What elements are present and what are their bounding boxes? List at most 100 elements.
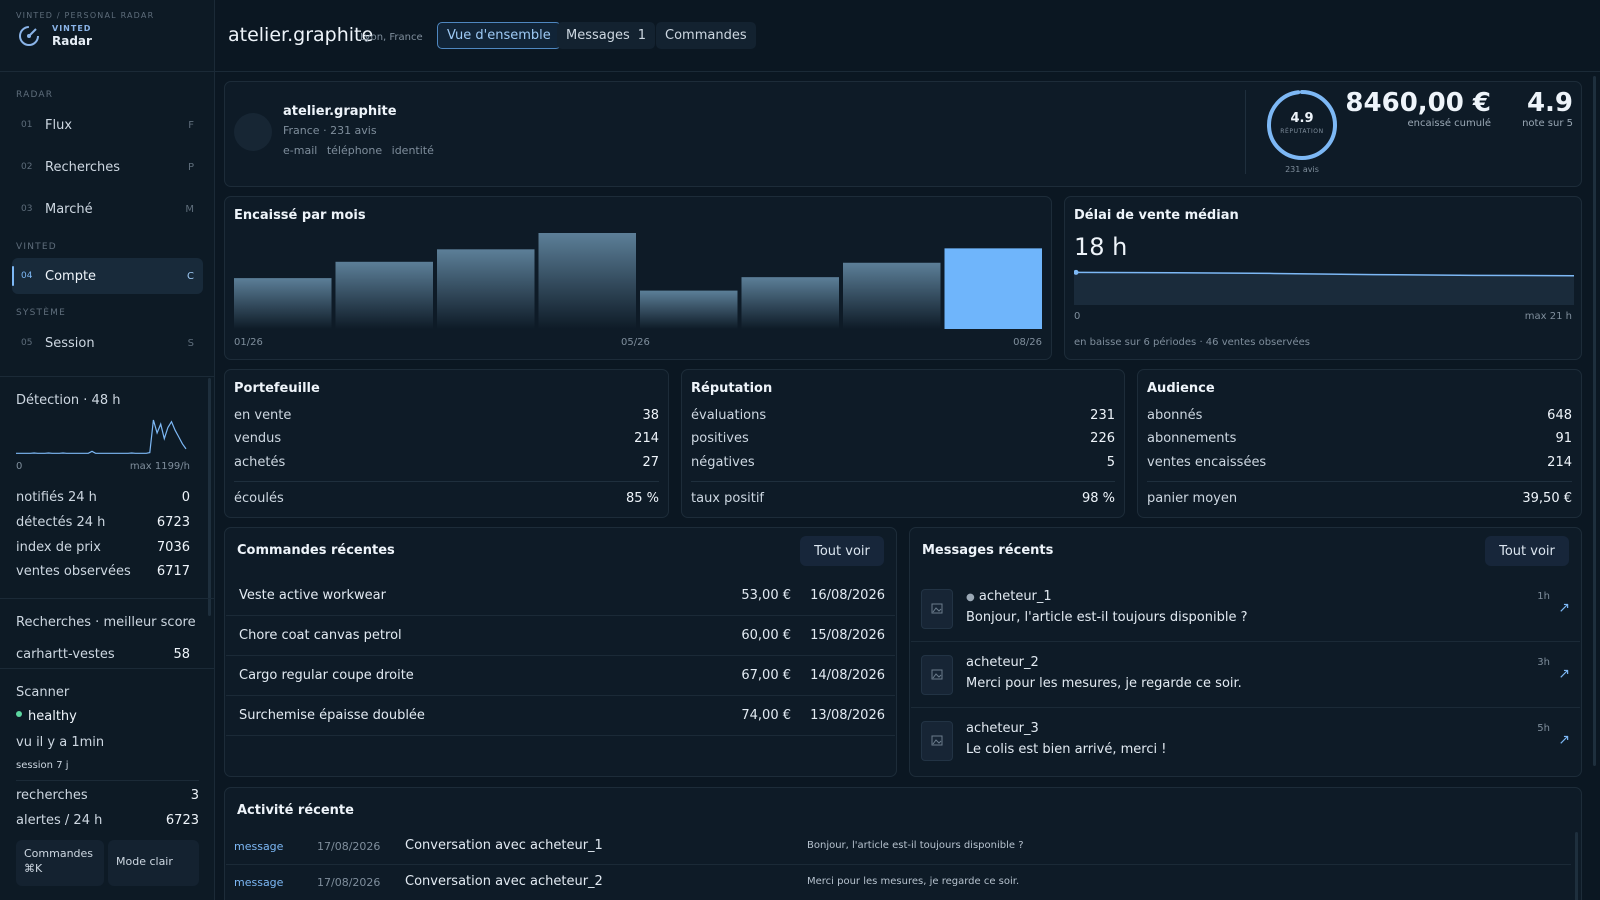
- page-title: atelier.graphite: [228, 24, 374, 46]
- kv-row: évaluations 231: [691, 408, 1115, 423]
- recent-activity-panel: Activité récente message 17/08/2026 Conv…: [224, 787, 1582, 900]
- activity-row[interactable]: message 17/08/2026 Conversation avec ach…: [226, 865, 1571, 900]
- image-placeholder-icon: [921, 721, 953, 761]
- nav-item-session[interactable]: 05 Session S: [12, 325, 203, 361]
- tab-orders[interactable]: Commandes: [656, 22, 756, 49]
- kv-label: taux positif: [691, 491, 765, 506]
- monthly-bar[interactable]: [843, 262, 941, 329]
- divider: [1245, 90, 1246, 174]
- sender-name: acheteur_2: [966, 655, 1039, 670]
- activity-title: Conversation avec acheteur_1: [405, 838, 603, 853]
- kv-row: en vente 38: [234, 408, 659, 423]
- kv-label: ventes encaissées: [1147, 455, 1267, 470]
- profile-verifications: e-mail téléphone identité: [283, 144, 440, 157]
- kv-value: 39,50 €: [1522, 491, 1572, 506]
- order-date: 13/08/2026: [810, 708, 885, 723]
- nav-item-number: 04: [21, 271, 33, 281]
- nav-item-number: 03: [21, 204, 33, 214]
- image-placeholder-icon: [921, 655, 953, 695]
- order-row[interactable]: Chore coat canvas petrol 60,00 € 15/08/2…: [226, 616, 895, 656]
- tab-overview[interactable]: Vue d'ensemble: [437, 22, 561, 49]
- monthly-bar[interactable]: [640, 290, 738, 329]
- activity-message: Bonjour, l'article est-il toujours dispo…: [807, 840, 1024, 851]
- order-name: Chore coat canvas petrol: [239, 628, 402, 643]
- open-external-icon[interactable]: ↗: [1558, 600, 1570, 616]
- message-time: 5h: [1537, 723, 1550, 734]
- nav-item-shortcut: C: [187, 270, 194, 282]
- activity-date: 17/08/2026: [317, 876, 381, 889]
- order-row[interactable]: Surchemise épaisse doublée 74,00 € 13/08…: [226, 696, 895, 736]
- command-palette-button[interactable]: Commandes ⌘K: [16, 840, 104, 886]
- detection-sparkline: [16, 419, 187, 454]
- stat-label: alertes / 24 h: [16, 813, 103, 828]
- monthly-bar[interactable]: [538, 233, 637, 329]
- nav-item-label: Flux: [45, 117, 73, 133]
- kv-value: 91: [1555, 431, 1572, 446]
- rating-score: 4.9: [1526, 88, 1573, 118]
- open-external-icon[interactable]: ↗: [1558, 666, 1570, 682]
- order-row[interactable]: Cargo regular coupe droite 67,00 € 14/08…: [226, 656, 895, 696]
- kv-row: négatives 5: [691, 455, 1115, 470]
- panel-title: Audience: [1147, 381, 1215, 396]
- order-price: 67,00 €: [741, 668, 791, 683]
- audience-panel: Audience abonnés 648 abonnements 91 ventes…: [1137, 369, 1582, 518]
- nav-item-shortcut: P: [187, 161, 194, 173]
- theme-toggle-button[interactable]: Mode clair: [108, 840, 199, 886]
- see-all-orders-button[interactable]: Tout voir: [800, 536, 884, 566]
- open-external-icon[interactable]: ↗: [1558, 732, 1570, 748]
- x-tick-label: 05/26: [621, 337, 650, 348]
- order-name: Cargo regular coupe droite: [239, 668, 414, 683]
- sidebar-scrollbar[interactable]: [208, 378, 211, 616]
- order-name: Veste active workwear: [239, 588, 386, 603]
- nav-item-compte[interactable]: 04 Compte C: [12, 258, 203, 294]
- activity-scrollbar[interactable]: [1575, 832, 1578, 900]
- stat-label: recherches: [16, 788, 88, 803]
- kv-row: abonnés 648: [1147, 408, 1572, 423]
- brand[interactable]: VINTED / PERSONAL RADAR VINTED Radar: [0, 0, 214, 72]
- see-all-messages-button[interactable]: Tout voir: [1485, 536, 1569, 566]
- scanner-stat: recherches 3: [16, 788, 199, 803]
- kv-label: écoulés: [234, 491, 284, 506]
- order-row[interactable]: Veste active workwear 53,00 € 16/08/2026: [226, 576, 895, 616]
- monthly-bar[interactable]: [437, 249, 535, 329]
- monthly-bar[interactable]: [234, 278, 332, 329]
- topbar: atelier.graphite Lyon, France Vue d'ense…: [215, 0, 1600, 72]
- message-preview: Le colis est bien arrivé, merci !: [966, 742, 1167, 757]
- message-row[interactable]: acheteur_2 Merci pour les mesures, je re…: [911, 642, 1580, 708]
- button-label: Tout voir: [1499, 543, 1555, 559]
- monthly-bar[interactable]: [741, 277, 840, 329]
- reputation-count: 231 avis: [1285, 165, 1319, 174]
- message-row[interactable]: ● acheteur_1 Bonjour, l'article est-il t…: [911, 576, 1580, 642]
- avatar: [234, 113, 272, 151]
- message-row[interactable]: acheteur_3 Le colis est bien arrivé, mer…: [911, 708, 1580, 774]
- nav-item-recherches[interactable]: 02 Recherches P: [12, 149, 203, 185]
- verification-phone: téléphone: [326, 144, 383, 157]
- kv-label: abonnés: [1147, 408, 1203, 423]
- sidebar-divider: [16, 780, 199, 781]
- order-price: 74,00 €: [741, 708, 791, 723]
- stat-value: 0: [181, 490, 190, 505]
- x-tick-label: 01/26: [234, 337, 263, 348]
- sidebar: VINTED / PERSONAL RADAR VINTED Radar RAD…: [0, 0, 215, 900]
- nav-item-marche[interactable]: 03 Marché M: [12, 191, 203, 227]
- activity-row[interactable]: message 17/08/2026 Conversation avec ach…: [226, 829, 1571, 865]
- nav-item-flux[interactable]: 01 Flux F: [12, 107, 203, 143]
- monthly-bar-chart: [234, 233, 1042, 329]
- kv-label: positives: [691, 431, 749, 446]
- message-time: 1h: [1537, 591, 1550, 602]
- message-time: 3h: [1537, 657, 1550, 668]
- kv-footer: écoulés 85 %: [234, 491, 659, 506]
- nav-item-label: Recherches: [45, 159, 121, 175]
- searches-top-row[interactable]: carhartt-vestes 58: [16, 647, 190, 662]
- verification-email: e-mail: [283, 144, 318, 157]
- monthly-bar[interactable]: [944, 248, 1043, 329]
- panel-title: Commandes récentes: [237, 543, 395, 558]
- kv-footer: taux positif 98 %: [691, 491, 1115, 506]
- stat-value: 6723: [156, 515, 190, 530]
- tab-messages[interactable]: Messages 1: [557, 22, 656, 49]
- nav-item-label: Marché: [45, 201, 93, 217]
- nav-section-radar: RADAR: [16, 90, 54, 100]
- monthly-bar[interactable]: [335, 261, 434, 329]
- main-scrollbar[interactable]: [1593, 76, 1596, 766]
- kv-value: 85 %: [625, 491, 659, 506]
